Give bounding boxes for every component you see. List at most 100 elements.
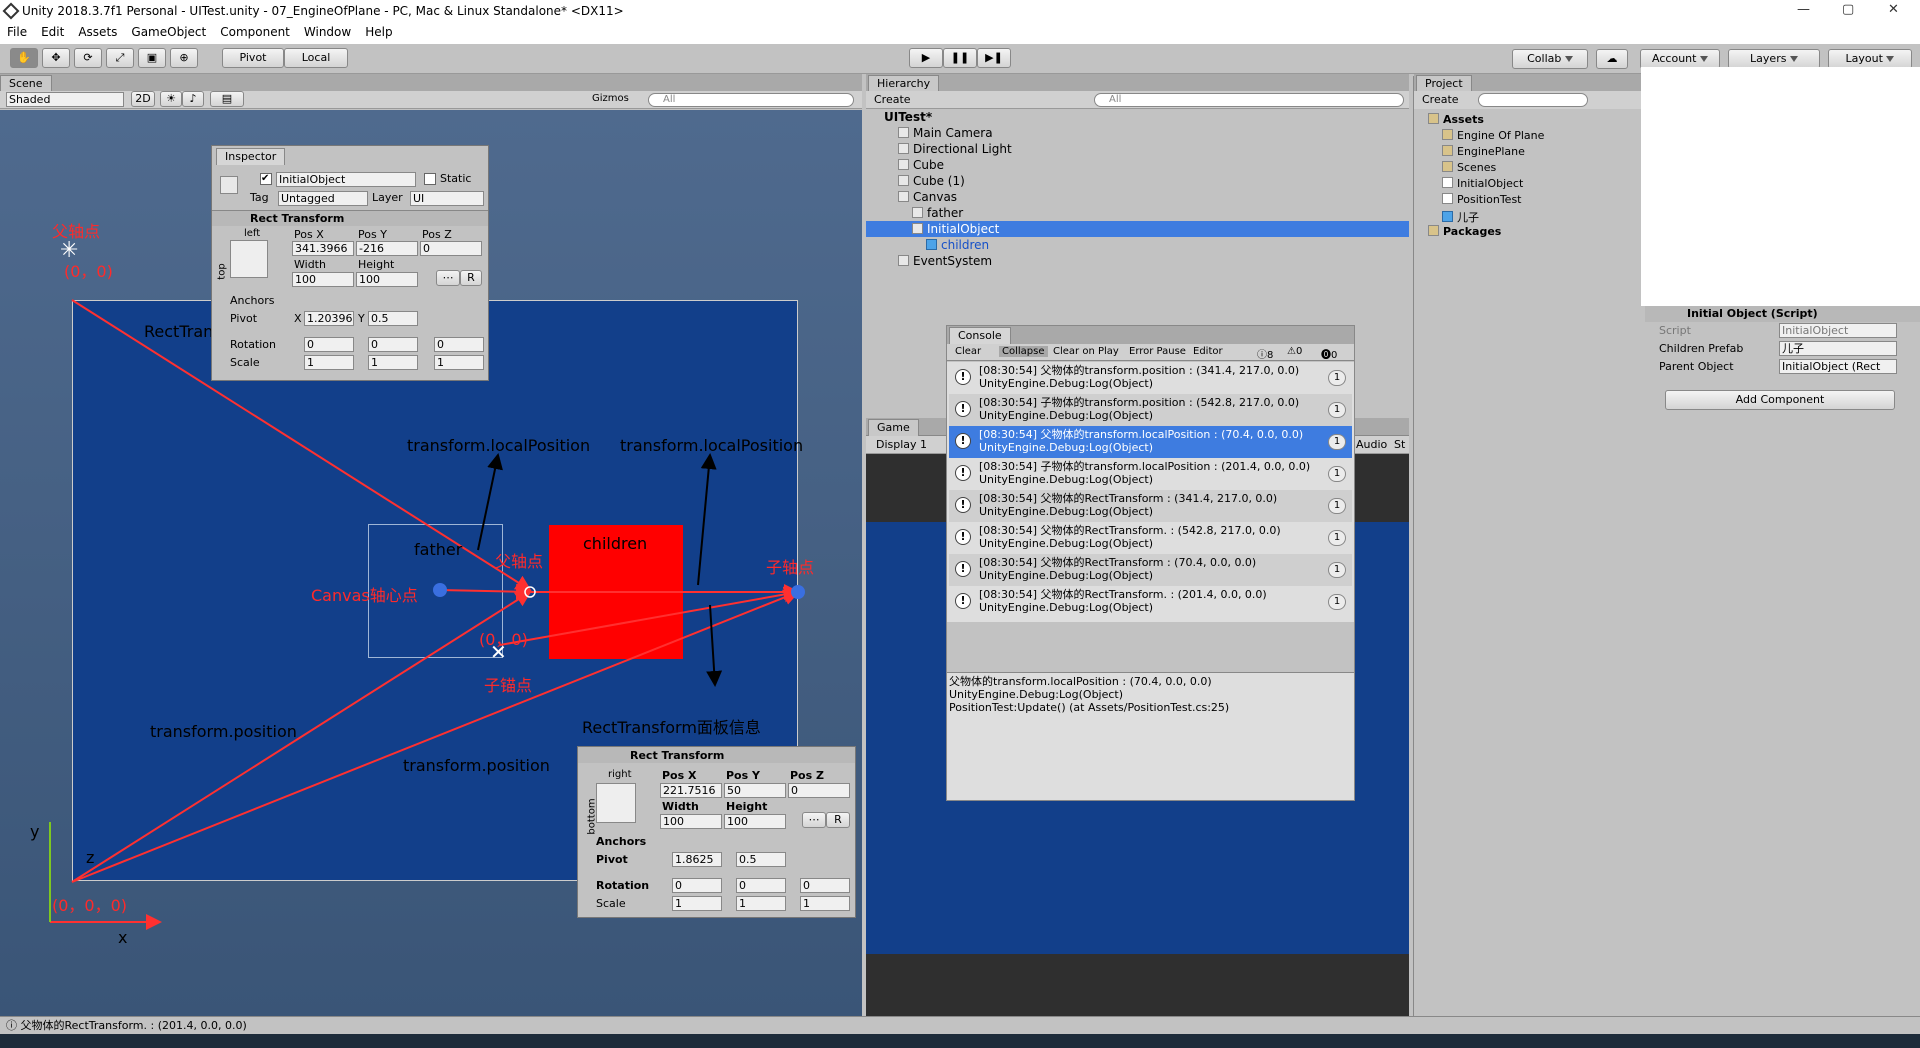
rot-z-field[interactable]: 0 — [434, 337, 484, 352]
hierarchy-item[interactable]: Cube (1) — [866, 173, 1409, 189]
log-row[interactable]: ! [08:30:54] 子物体的transform.localPosition … — [949, 458, 1352, 490]
rect2-scale-y[interactable]: 1 — [736, 896, 786, 911]
maximize-button[interactable]: ▢ — [1842, 2, 1854, 17]
rect2-raw-button[interactable]: R — [826, 812, 850, 828]
light-icon[interactable]: ☀ — [160, 91, 182, 107]
rect2-posy-field[interactable]: 50 — [724, 783, 786, 798]
rect2-pivot-y[interactable]: 0.5 — [736, 852, 786, 867]
project-item[interactable]: 儿子 — [1442, 209, 1479, 225]
posx-field[interactable]: 341.3966 — [292, 241, 354, 256]
transform-tool-icon[interactable]: ⊕ — [170, 48, 198, 68]
hierarchy-item-selected[interactable]: InitialObject — [866, 221, 1409, 237]
menu-window[interactable]: Window — [297, 24, 358, 39]
hierarchy-item[interactable]: children — [866, 237, 1409, 253]
audio-toggle[interactable]: Audio — [1356, 438, 1387, 451]
scale-y-field[interactable]: 1 — [368, 355, 418, 370]
width-field[interactable]: 100 — [292, 272, 354, 287]
console-collapse[interactable]: Collapse — [999, 346, 1048, 357]
rect2-pivot-x[interactable]: 1.8625 — [672, 852, 722, 867]
assets-folder[interactable]: Assets — [1428, 113, 1484, 126]
log-row[interactable]: ! [08:30:54] 子物体的transform.position : (54… — [949, 394, 1352, 426]
height-field[interactable]: 100 — [356, 272, 418, 287]
hierarchy-item[interactable]: Cube — [866, 157, 1409, 173]
close-button[interactable]: ✕ — [1888, 2, 1899, 17]
pivot-x-field[interactable]: 1.20396 — [304, 311, 354, 326]
tab-console[interactable]: Console — [949, 327, 1011, 344]
tab-inspector[interactable]: Inspector — [216, 148, 286, 165]
menu-help[interactable]: Help — [358, 24, 399, 39]
hierarchy-create[interactable]: Create — [874, 93, 911, 106]
scene-search-input[interactable]: All — [648, 93, 854, 107]
log-row[interactable]: ! [08:30:54] 父物体的transform.position : (34… — [949, 362, 1352, 394]
rect2-posx-field[interactable]: 221.7516 — [660, 783, 722, 798]
rect2-anchors[interactable]: Anchors — [596, 835, 646, 848]
project-item[interactable]: Engine Of Plane — [1442, 129, 1544, 142]
rect2-anchor-preset[interactable] — [596, 783, 636, 823]
hierarchy-search[interactable]: All — [1094, 93, 1404, 107]
layers-button[interactable]: Layers — [1728, 49, 1820, 69]
scale-x-field[interactable]: 1 — [304, 355, 354, 370]
console-clear[interactable]: Clear — [955, 346, 981, 357]
pivot-y-field[interactable]: 0.5 — [368, 311, 418, 326]
log-row[interactable]: ! [08:30:54] 父物体的RectTransform. : (542.8,… — [949, 522, 1352, 554]
hierarchy-scene[interactable]: UITest* — [866, 109, 1409, 125]
rot-y-field[interactable]: 0 — [368, 337, 418, 352]
project-item[interactable]: Scenes — [1442, 161, 1496, 174]
hierarchy-item[interactable]: Main Camera — [866, 125, 1409, 141]
local-toggle[interactable]: Local — [284, 48, 348, 68]
project-search[interactable] — [1478, 93, 1588, 107]
log-row[interactable]: ! [08:30:54] 父物体的RectTransform. : (201.4,… — [949, 586, 1352, 618]
audio-icon[interactable]: ♪ — [182, 91, 204, 107]
layer-select[interactable]: UI — [410, 191, 484, 206]
rect2-scale-z[interactable]: 1 — [800, 896, 850, 911]
rect2-rot-y[interactable]: 0 — [736, 878, 786, 893]
console-error-pause[interactable]: Error Pause — [1129, 346, 1186, 357]
log-row[interactable]: ! [08:30:54] 父物体的RectTransform : (341.4, … — [949, 490, 1352, 522]
minimize-button[interactable]: — — [1797, 2, 1810, 17]
blueprint-button[interactable]: ⋯ — [436, 270, 460, 286]
shading-select[interactable]: Shaded — [6, 92, 124, 107]
static-checkbox[interactable] — [424, 173, 436, 185]
rotate-tool-icon[interactable]: ⟳ — [74, 48, 102, 68]
collab-button[interactable]: Collab — [1512, 49, 1588, 69]
rect2-header[interactable]: Rect Transform — [578, 747, 855, 763]
project-item[interactable]: PositionTest — [1442, 193, 1522, 206]
hierarchy-item[interactable]: Directional Light — [866, 141, 1409, 157]
posy-field[interactable]: -216 — [356, 241, 418, 256]
console-warn-count[interactable]: ⚠0 — [1287, 346, 1302, 357]
project-item[interactable]: EnginePlane — [1442, 145, 1525, 158]
rect2-rot-z[interactable]: 0 — [800, 878, 850, 893]
menu-edit[interactable]: Edit — [34, 24, 71, 39]
cloud-icon[interactable]: ☁ — [1596, 49, 1628, 69]
anchors-foldout[interactable]: Anchors — [230, 294, 275, 307]
object-name-field[interactable]: InitialObject — [276, 172, 416, 187]
tab-project[interactable]: Project — [1416, 75, 1472, 92]
rect2-rot-x[interactable]: 0 — [672, 878, 722, 893]
hierarchy-item[interactable]: father — [866, 205, 1409, 221]
rect-tool-icon[interactable]: ▣ — [138, 48, 166, 68]
scale-z-field[interactable]: 1 — [434, 355, 484, 370]
stats-toggle[interactable]: St — [1394, 438, 1405, 451]
pivot-toggle[interactable]: Pivot — [222, 48, 284, 68]
mode-2d-toggle[interactable]: 2D — [131, 91, 155, 107]
rect2-width-field[interactable]: 100 — [660, 814, 722, 829]
script-header[interactable]: Initial Object (Script) — [1645, 306, 1920, 322]
layout-button[interactable]: Layout — [1828, 49, 1912, 69]
account-button[interactable]: Account — [1640, 49, 1720, 69]
pause-button[interactable]: ❚❚ — [943, 48, 977, 68]
active-checkbox[interactable]: ✔ — [260, 173, 272, 185]
move-tool-icon[interactable]: ✥ — [42, 48, 70, 68]
hierarchy-item[interactable]: EventSystem — [866, 253, 1409, 269]
console-editor[interactable]: Editor — [1193, 346, 1223, 357]
anchor-preset-button[interactable] — [230, 240, 268, 278]
posz-field[interactable]: 0 — [420, 241, 482, 256]
children-prefab-field[interactable]: 儿子 — [1779, 341, 1897, 356]
menu-gameobject[interactable]: GameObject — [124, 24, 213, 39]
gizmos-dropdown[interactable]: Gizmos — [592, 93, 629, 104]
console-log-count[interactable]: ⓘ8 — [1257, 346, 1273, 361]
rect2-scale-x[interactable]: 1 — [672, 896, 722, 911]
tab-hierarchy[interactable]: Hierarchy — [868, 75, 940, 92]
menu-assets[interactable]: Assets — [71, 24, 124, 39]
tab-game[interactable]: Game — [868, 419, 919, 436]
play-button[interactable]: ▶ — [909, 48, 943, 68]
